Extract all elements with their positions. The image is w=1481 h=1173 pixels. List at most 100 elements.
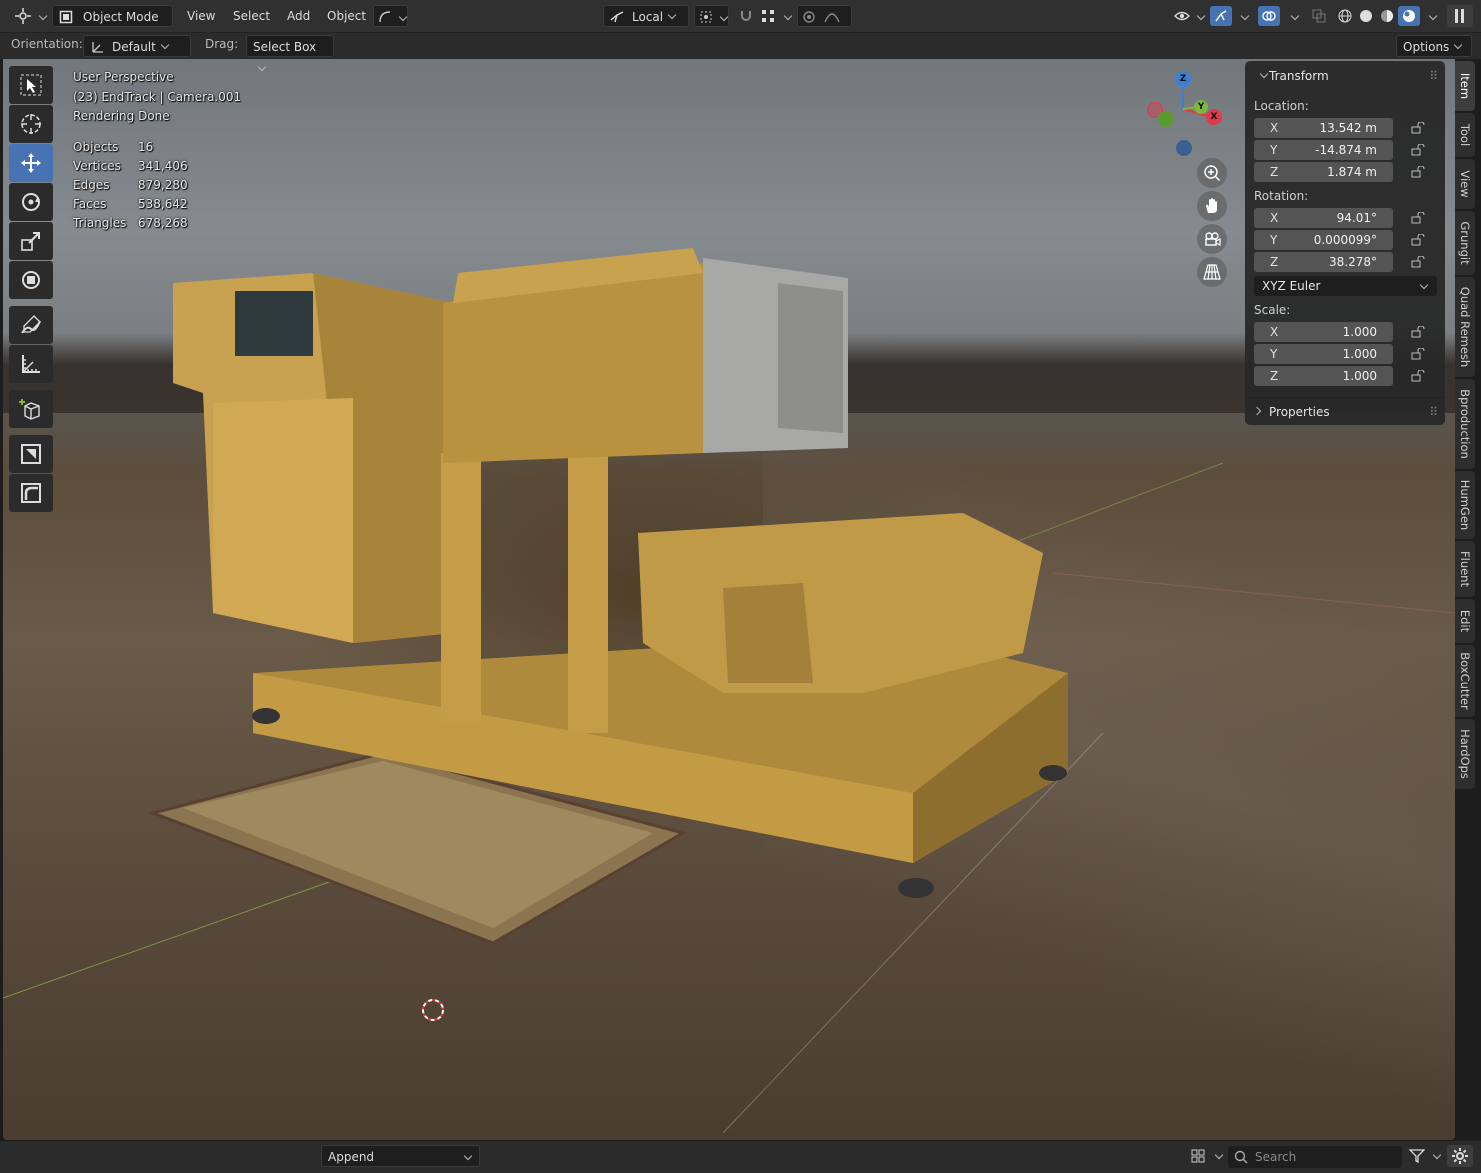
gizmo-neg-z[interactable] [1176,140,1192,156]
select-box-tool[interactable] [9,66,53,104]
append-label: Append [328,1150,375,1164]
gizmo-neg-y[interactable] [1158,111,1174,127]
drag-dropdown[interactable]: Select Box [246,35,334,72]
scale-label: Scale: [1254,303,1291,317]
rotation-mode-dropdown[interactable]: XYZ Euler [1254,276,1437,296]
transform-panel-header[interactable]: Transform ⠿ [1245,63,1445,89]
scale-y-field[interactable]: Y 1.000 [1254,344,1393,364]
editor-type-button[interactable] [8,5,48,27]
append-dropdown[interactable]: Append [321,1145,480,1167]
scale-x-field[interactable]: X 1.000 [1254,322,1393,342]
tab-item[interactable]: Item [1455,61,1475,111]
unlock-icon[interactable] [1411,370,1425,382]
rotate-icon [22,193,40,211]
pivot-icon [700,11,712,23]
stat-value: 678,268 [138,216,188,230]
toggle-sidebar-button[interactable] [1447,5,1473,27]
unlock-icon[interactable] [1411,256,1425,268]
gpencil-dropdown[interactable] [373,5,408,27]
snap-target-dropdown[interactable] [757,5,793,27]
menu-object[interactable]: Object [321,5,372,27]
tab-hardops[interactable]: HardOps [1455,719,1475,789]
tab-grungit[interactable]: Grungit [1455,211,1475,275]
transform-tool[interactable] [9,261,53,299]
shading-material[interactable] [1377,5,1397,27]
tab-tool[interactable]: Tool [1455,113,1475,157]
gizmo-toggle[interactable] [1208,5,1250,27]
mode-dropdown[interactable]: Object Mode [52,5,173,42]
tab-boxcutter[interactable]: BoxCutter [1455,645,1475,717]
location-y-field[interactable]: Y -14.874 m [1254,140,1393,160]
orientation-dropdown[interactable]: Default [83,35,191,57]
camera-view-button[interactable] [1197,224,1227,254]
proportional-edit[interactable] [797,5,852,27]
overlay-toggle[interactable] [1256,5,1300,27]
scale-z-field[interactable]: Z 1.000 [1254,366,1393,386]
pivot-dropdown[interactable] [694,5,729,27]
rotation-y-field[interactable]: Y 0.000099° [1254,230,1393,250]
move-tool[interactable] [9,144,53,182]
divider [1245,397,1445,398]
snap-toggle[interactable] [735,5,757,27]
boxcutter-tool[interactable] [9,435,53,473]
unlock-icon[interactable] [1411,144,1425,156]
unlock-icon[interactable] [1411,348,1425,360]
transform-orientation-dropdown[interactable]: Local [603,5,689,27]
navigation-gizmo[interactable]: Z Y X [1141,69,1222,159]
tab-fluent[interactable]: Fluent [1455,541,1475,597]
settings-button[interactable] [1447,1145,1473,1167]
cursor-tool[interactable] [9,105,53,143]
tab-edit[interactable]: Edit [1455,599,1475,643]
tab-humgen[interactable]: HumGen [1455,471,1475,539]
gizmo-x-axis[interactable]: X [1206,109,1222,125]
scale-tool[interactable] [9,222,53,260]
hardops-tool[interactable] [9,474,53,512]
shading-rendered[interactable] [1398,5,1420,27]
shading-dropdown[interactable] [1421,5,1439,27]
filter-dropdown[interactable] [1406,1145,1442,1167]
shading-solid[interactable] [1356,5,1376,27]
tab-bproduction[interactable]: Bproduction [1455,379,1475,469]
unlock-icon[interactable] [1411,166,1425,178]
field-value: 1.000 [1342,369,1377,383]
drag-handle-icon[interactable]: ⠿ [1429,399,1438,425]
stat-value: 16 [138,140,154,154]
axis-label: X [1270,121,1279,135]
measure-tool[interactable] [9,345,53,383]
unlock-icon[interactable] [1411,234,1425,246]
rotation-z-field[interactable]: Z 38.278° [1254,252,1393,272]
zoom-button[interactable] [1197,158,1227,188]
unlock-icon[interactable] [1411,326,1425,338]
field-value: 1.000 [1342,347,1377,361]
rotation-x-field[interactable]: X 94.01° [1254,208,1393,228]
menu-view[interactable]: View [181,5,221,27]
pan-button[interactable] [1197,191,1227,221]
field-value: -14.874 m [1315,143,1377,157]
visibility-dropdown[interactable] [1170,5,1206,27]
options-dropdown[interactable]: Options [1396,35,1472,57]
annotate-tool[interactable] [9,306,53,344]
drag-handle-icon[interactable]: ⠿ [1429,63,1438,89]
add-cube-tool[interactable] [9,390,53,428]
tab-view[interactable]: View [1455,159,1475,209]
menu-add[interactable]: Add [281,5,316,27]
perspective-toggle-button[interactable] [1197,257,1227,287]
menu-select[interactable]: Select [227,5,276,27]
overlay-icon [1262,11,1276,21]
unlock-icon[interactable] [1411,212,1425,224]
rotate-tool[interactable] [9,183,53,221]
field-value: 0.000099° [1313,233,1377,247]
properties-panel-header[interactable]: Properties ⠿ [1245,399,1445,425]
tab-quad-remesh[interactable]: Quad Remesh [1455,277,1475,377]
unlock-icon[interactable] [1411,122,1425,134]
gizmo-z-axis[interactable]: Z [1175,71,1191,87]
xray-toggle[interactable] [1308,5,1330,27]
gizmo-y-axis[interactable]: Y [1194,100,1208,114]
3d-viewport[interactable]: User Perspective (23) EndTrack | Camera.… [3,33,1455,1140]
shading-wireframe[interactable] [1335,5,1355,27]
location-x-field[interactable]: X 13.542 m [1254,118,1393,138]
location-z-field[interactable]: Z 1.874 m [1254,162,1393,182]
axis-label: Y [1270,347,1278,361]
search-input[interactable]: Search [1228,1146,1402,1168]
display-mode-dropdown[interactable] [1188,1145,1224,1167]
